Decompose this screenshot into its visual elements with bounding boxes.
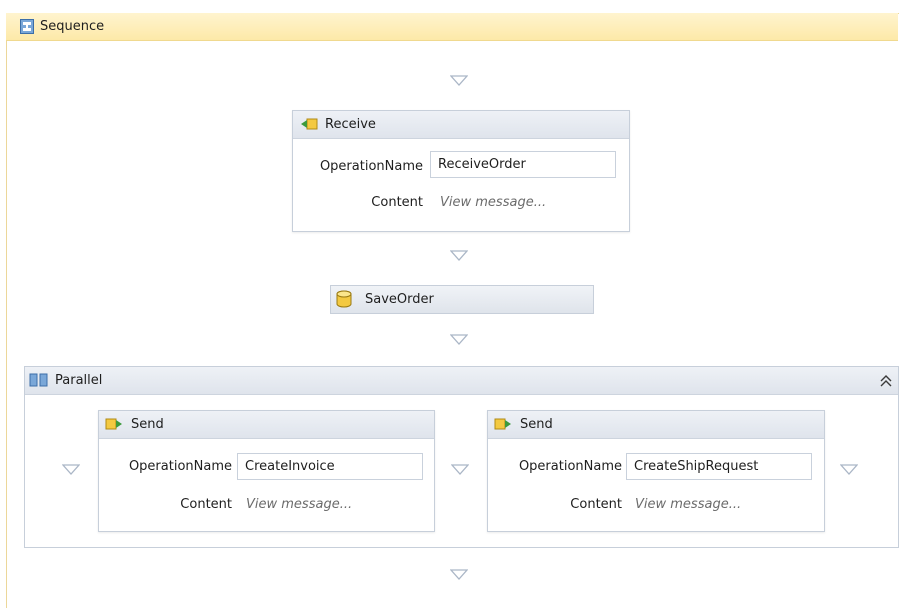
send-icon — [105, 418, 122, 430]
send-header-2[interactable]: Send — [488, 411, 824, 439]
send-1-operation-label: OperationName — [128, 459, 232, 474]
send-activity-1[interactable]: Send OperationName CreateInvoice Content… — [98, 410, 435, 532]
send-activity-2[interactable]: Send OperationName CreateShipRequest Con… — [487, 410, 825, 532]
drop-target-arrow-icon[interactable] — [62, 464, 80, 475]
drop-target-arrow-icon[interactable] — [451, 464, 469, 475]
send-icon — [494, 418, 511, 430]
parallel-header[interactable]: Parallel — [25, 367, 898, 395]
send-1-view-message-link[interactable]: View message... — [246, 497, 352, 512]
sequence-title: Sequence — [40, 19, 105, 34]
drop-target-arrow-icon[interactable] — [840, 464, 858, 475]
send-2-view-message-link[interactable]: View message... — [635, 497, 741, 512]
send-2-operation-label: OperationName — [518, 459, 622, 474]
send-title-2: Send — [520, 417, 553, 432]
drop-target-arrow-icon[interactable] — [450, 569, 468, 580]
receive-header[interactable]: Receive — [293, 111, 629, 139]
send-1-content-label: Content — [180, 497, 232, 512]
send-2-operation-input[interactable]: CreateShipRequest — [626, 453, 812, 480]
receive-activity[interactable]: Receive OperationName ReceiveOrder Conte… — [292, 110, 630, 232]
receive-operation-input[interactable]: ReceiveOrder — [430, 151, 616, 178]
parallel-icon — [29, 373, 48, 387]
drop-target-arrow-icon[interactable] — [450, 250, 468, 261]
receive-icon — [301, 118, 318, 130]
sequence-icon — [20, 19, 34, 34]
send-header-1[interactable]: Send — [99, 411, 434, 439]
receive-view-message-link[interactable]: View message... — [440, 195, 546, 210]
saveorder-activity[interactable]: SaveOrder — [330, 285, 594, 314]
send-1-operation-input[interactable]: CreateInvoice — [237, 453, 423, 480]
receive-operation-label: OperationName — [319, 159, 423, 174]
drop-target-arrow-icon[interactable] — [450, 334, 468, 345]
receive-content-label: Content — [371, 195, 423, 210]
send-2-content-label: Content — [570, 497, 622, 512]
saveorder-title: SaveOrder — [365, 292, 434, 307]
sequence-header[interactable]: Sequence — [6, 13, 898, 41]
receive-title: Receive — [325, 117, 376, 132]
send-title-1: Send — [131, 417, 164, 432]
drop-target-arrow-icon[interactable] — [450, 75, 468, 86]
database-icon — [336, 290, 352, 308]
parallel-title: Parallel — [55, 373, 103, 388]
collapse-chevron-icon[interactable] — [880, 374, 892, 387]
